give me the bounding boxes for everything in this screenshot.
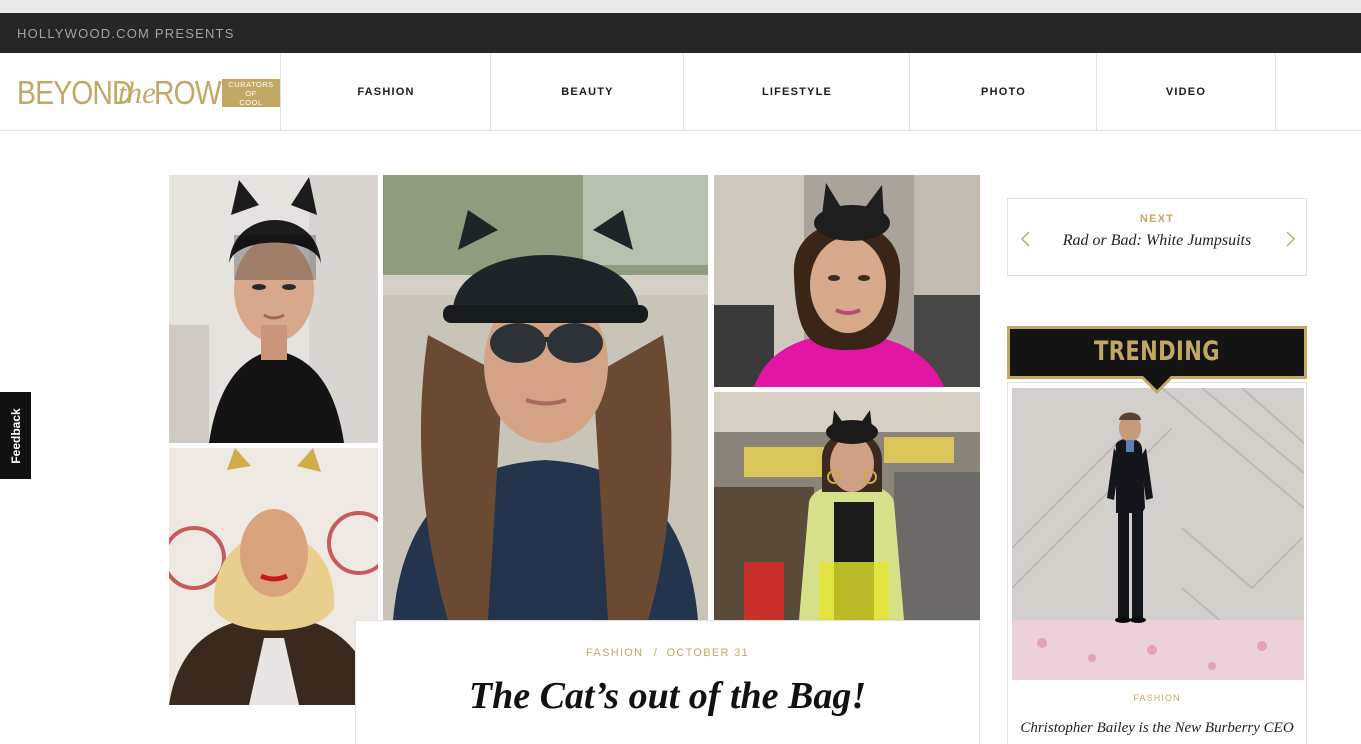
site-logo[interactable]: BEYOND the ROW CURATORS OF COOL [17, 75, 281, 111]
main-navbar: BEYOND the ROW CURATORS OF COOL FASHION … [0, 53, 1361, 131]
presents-text: HOLLYWOOD.COM PRESENTS [17, 26, 235, 41]
trending-category-link[interactable]: FASHION [1008, 693, 1306, 703]
trending-heading: TRENDING [1094, 336, 1220, 367]
chevron-right-icon[interactable] [1282, 229, 1298, 249]
nav-item-lifestyle[interactable]: LIFESTYLE [683, 53, 910, 131]
collage-photo-cat-hat-sunglasses [383, 175, 708, 620]
feedback-label: Feedback [8, 407, 23, 464]
browser-top-strip [0, 0, 1361, 13]
nav-item-label: LIFESTYLE [761, 86, 833, 98]
logo-tagline-line-2: OF [245, 89, 257, 98]
article-category-link[interactable]: FASHION [586, 647, 643, 659]
nav-item-label: VIDEO [1165, 86, 1207, 98]
next-label: NEXT [1139, 213, 1175, 225]
nav-item-video[interactable]: VIDEO [1096, 53, 1276, 131]
nav-item-label: PHOTO [981, 86, 1026, 98]
nav-item-fashion[interactable]: FASHION [280, 53, 491, 131]
nav-item-photo[interactable]: PHOTO [909, 53, 1097, 131]
next-article-box[interactable]: NEXT Rad or Bad: White Jumpsuits [1007, 198, 1307, 276]
nav-item-label: FASHION [357, 86, 415, 98]
article-meta: FASHION / OCTOBER 31 [356, 647, 979, 659]
article-header-card: FASHION / OCTOBER 31 The Cat’s out of th… [355, 620, 980, 744]
article-meta-separator: / [653, 647, 659, 659]
trending-pointer-inner-shape [1142, 375, 1172, 390]
logo-tagline-line-3: COOL [239, 98, 263, 107]
trending-article-title[interactable]: Christopher Bailey is the New Burberry C… [1008, 720, 1306, 737]
logo-word-beyond: BEYOND [17, 74, 133, 111]
nav-item-label: BEAUTY [561, 86, 614, 98]
trending-card: FASHION Christopher Bailey is the New Bu… [1007, 382, 1307, 744]
logo-word-the: the [118, 75, 156, 110]
collage-photo-cat-fascinator [714, 175, 980, 387]
trending-photo[interactable] [1012, 388, 1304, 680]
collage-photo-gold-cat-ears [169, 448, 378, 705]
feedback-tab[interactable]: Feedback [0, 392, 31, 479]
article-date: OCTOBER 31 [666, 647, 749, 659]
trending-banner: TRENDING [1007, 326, 1307, 379]
logo-tagline-line-1: CURATORS [228, 80, 274, 89]
next-article-title[interactable]: Rad or Bad: White Jumpsuits [1008, 232, 1306, 250]
nav-item-beauty[interactable]: BEAUTY [490, 53, 684, 131]
collage-photo-street-style [714, 392, 980, 620]
logo-word-row: ROW [154, 74, 222, 111]
collage-photo-lace-cat-ears [169, 175, 378, 443]
logo-tagline: CURATORS OF COOL [222, 79, 280, 107]
presents-bar: HOLLYWOOD.COM PRESENTS [0, 13, 1361, 53]
article-title: The Cat’s out of the Bag! [468, 675, 867, 717]
